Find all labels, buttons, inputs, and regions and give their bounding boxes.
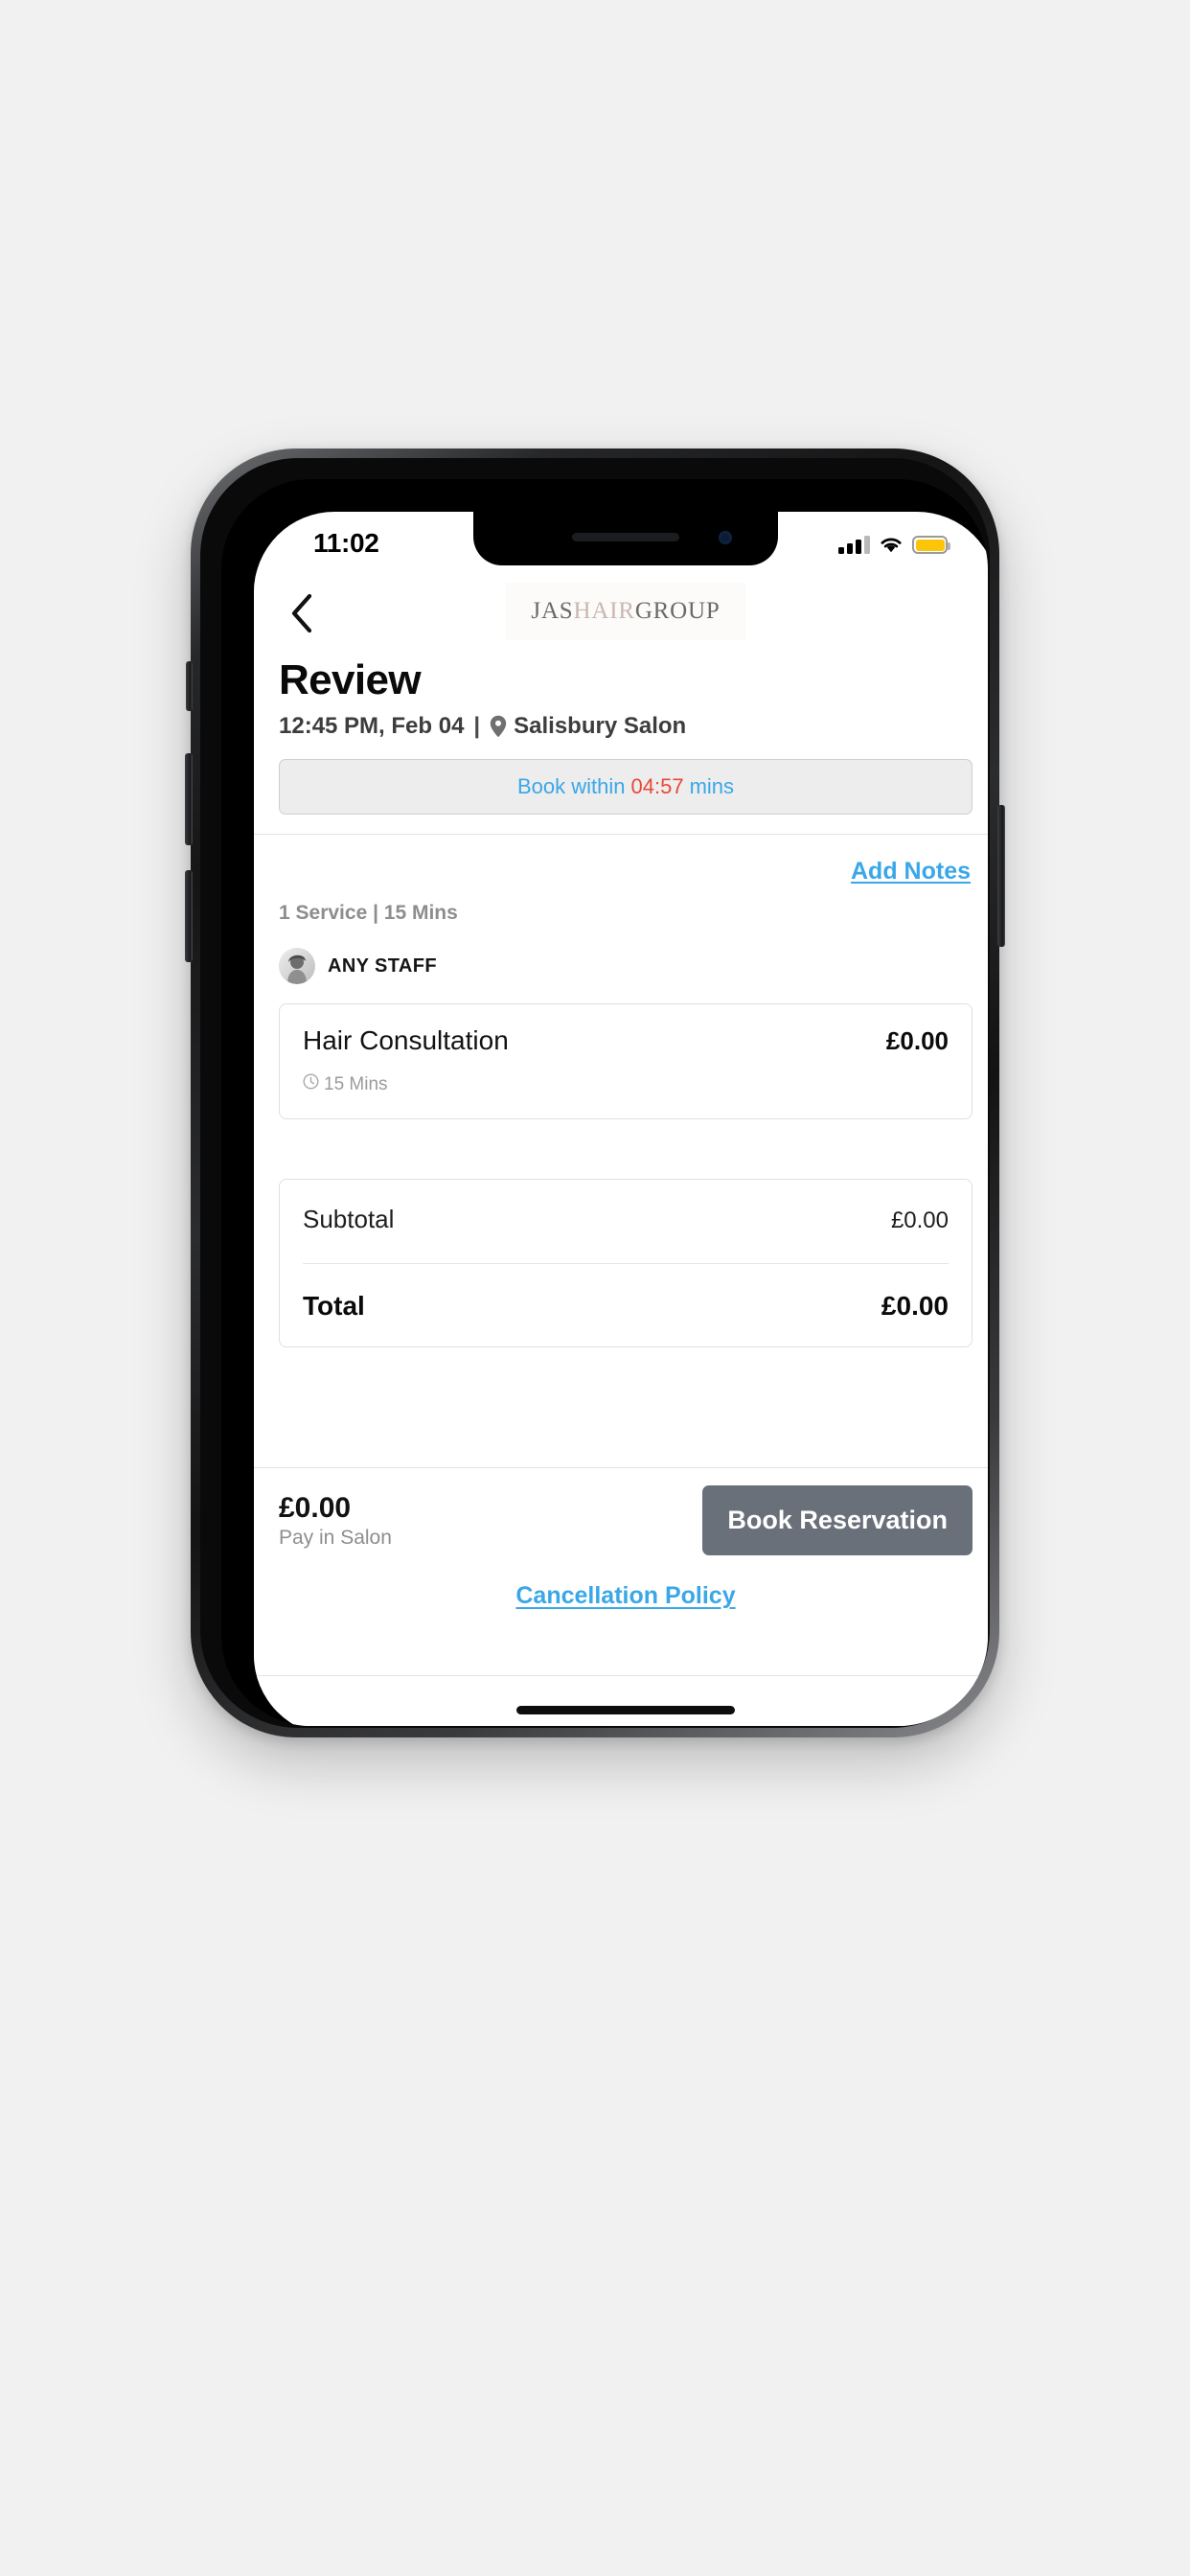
- front-camera-icon: [719, 531, 732, 544]
- pay-note: Pay in Salon: [279, 1526, 392, 1549]
- booking-body: Add Notes 1 Service | 15 Mins ANY STAFF …: [254, 835, 988, 1469]
- subtotal-value: £0.00: [890, 1208, 949, 1234]
- countdown-suffix: mins: [689, 774, 735, 799]
- battery-fill: [915, 539, 945, 551]
- service-duration-row: 15 Mins: [303, 1073, 949, 1095]
- status-bar-icons: [838, 531, 950, 554]
- page-backdrop: 11:02 JASHAIRGROUP Review 12:45 PM, Feb …: [0, 0, 1190, 2576]
- device-inner-frame: 11:02 JASHAIRGROUP Review 12:45 PM, Feb …: [200, 458, 990, 1728]
- phone-device: 11:02 JASHAIRGROUP Review 12:45 PM, Feb …: [185, 448, 1005, 1737]
- app-content: JASHAIRGROUP Review 12:45 PM, Feb 04 | S…: [254, 571, 988, 1726]
- pay-summary: £0.00 Pay in Salon: [279, 1492, 392, 1550]
- countdown-banner: Book within 04:57 mins: [279, 759, 973, 816]
- phone-screen: 11:02 JASHAIRGROUP Review 12:45 PM, Feb …: [254, 512, 988, 1726]
- earpiece-speaker: [572, 533, 679, 541]
- status-bar-time: 11:02: [313, 528, 379, 558]
- countdown-time: 04:57: [630, 774, 684, 799]
- add-notes-link[interactable]: Add Notes: [851, 858, 971, 886]
- page-title: Review: [279, 656, 422, 703]
- app-navbar: JASHAIRGROUP: [254, 571, 988, 654]
- countdown-prefix: Book within: [516, 774, 626, 799]
- subtotal-label: Subtotal: [303, 1205, 395, 1234]
- header-block: Review 12:45 PM, Feb 04 | Salisbury Salo…: [254, 654, 988, 836]
- device-bezel: 11:02 JASHAIRGROUP Review 12:45 PM, Feb …: [221, 479, 988, 1726]
- brand-logo: JASHAIRGROUP: [506, 583, 745, 640]
- checkout-footer: £0.00 Pay in Salon Book Reservation Canc…: [254, 1468, 988, 1610]
- volume-down-button[interactable]: [185, 870, 193, 962]
- staff-name: ANY STAFF: [328, 954, 437, 977]
- book-reservation-button[interactable]: Book Reservation: [702, 1485, 973, 1556]
- cellular-bars-icon: [838, 536, 870, 554]
- totals-divider: [303, 1263, 949, 1265]
- power-button[interactable]: [997, 805, 1005, 947]
- pay-amount: £0.00: [279, 1492, 352, 1525]
- appointment-summary: 12:45 PM, Feb 04 | Salisbury Salon: [254, 703, 988, 740]
- back-button[interactable]: [279, 590, 325, 636]
- logo-part-2: HAIR: [573, 598, 635, 624]
- bottom-divider: [254, 1675, 988, 1676]
- location-pin-icon: [490, 715, 507, 738]
- service-price: £0.00: [885, 1026, 949, 1056]
- service-name: Hair Consultation: [303, 1025, 509, 1056]
- staff-row[interactable]: ANY STAFF: [254, 925, 988, 985]
- footer-row: £0.00 Pay in Salon Book Reservation: [279, 1485, 973, 1556]
- notch: [473, 512, 778, 565]
- home-indicator[interactable]: [516, 1706, 735, 1714]
- appointment-datetime: 12:45 PM, Feb 04: [279, 713, 465, 740]
- service-card[interactable]: Hair Consultation £0.00 15 Mins: [279, 1003, 973, 1120]
- appointment-separator: |: [473, 713, 481, 740]
- logo-part-3: GROUP: [634, 598, 721, 624]
- chevron-left-icon: [291, 593, 312, 633]
- totals-card: Subtotal £0.00 Total £0.00: [279, 1179, 973, 1348]
- staff-avatar-icon: [279, 948, 315, 985]
- cancellation-policy-link[interactable]: Cancellation Policy: [279, 1582, 973, 1610]
- silent-switch[interactable]: [186, 661, 193, 711]
- service-top-row: Hair Consultation £0.00: [303, 1025, 949, 1056]
- subtotal-row: Subtotal £0.00: [303, 1205, 949, 1234]
- total-value: £0.00: [881, 1291, 949, 1322]
- battery-icon: [912, 536, 950, 554]
- service-duration: 15 Mins: [324, 1073, 388, 1094]
- volume-up-button[interactable]: [185, 753, 193, 845]
- clock-icon: [303, 1073, 319, 1095]
- logo-part-1: JAS: [531, 598, 574, 624]
- total-row: Total £0.00: [303, 1291, 949, 1322]
- appointment-location: Salisbury Salon: [514, 713, 687, 740]
- wifi-icon: [879, 536, 904, 554]
- total-label: Total: [303, 1291, 365, 1322]
